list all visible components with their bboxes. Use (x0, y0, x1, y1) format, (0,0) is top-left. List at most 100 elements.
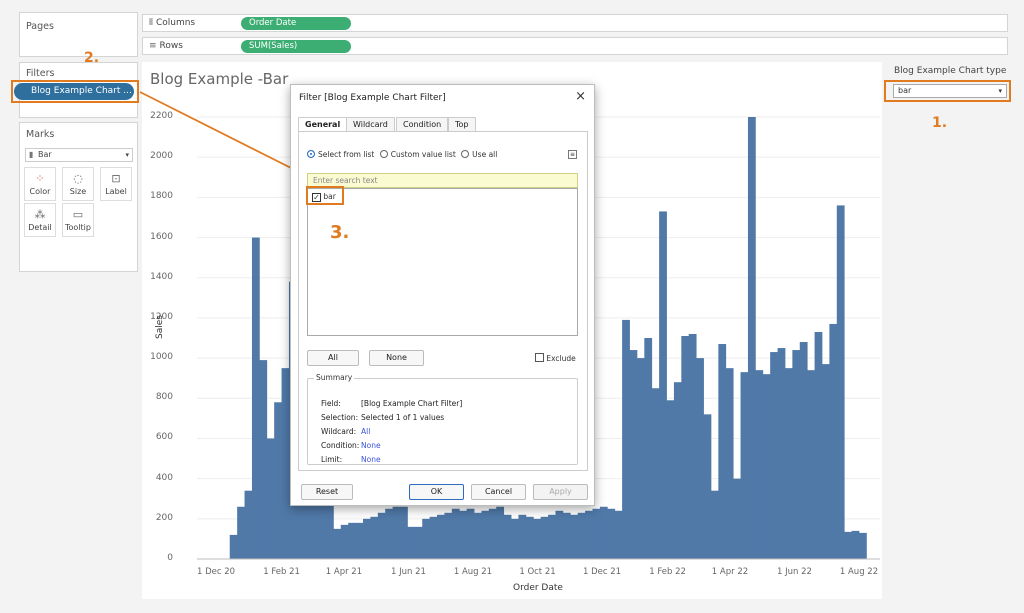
columns-icon: ⦀ (149, 18, 153, 28)
x-tick-label: 1 Oct 21 (519, 567, 556, 577)
size-icon: ◌ (73, 172, 83, 185)
y-tick-label: 1000 (150, 352, 173, 363)
size-label: Size (69, 187, 87, 196)
parameter-title: Blog Example Chart type (894, 66, 1007, 76)
list-menu-icon[interactable]: ≡ (568, 150, 577, 159)
cancel-button[interactable]: Cancel (471, 484, 526, 500)
summary-limit: Limit: None (321, 455, 381, 464)
tab-wildcard[interactable]: Wildcard (346, 117, 395, 131)
radio-select-from-list[interactable] (307, 150, 315, 158)
exclude-toggle[interactable]: Exclude (535, 353, 576, 363)
label-button[interactable]: ⊡ Label (100, 167, 132, 201)
annotation-number-1: 1. (932, 115, 948, 131)
filters-label: Filters (26, 68, 55, 79)
color-button[interactable]: ⁘ Color (24, 167, 56, 201)
selection-mode: Select from list Custom value list Use a… (307, 150, 497, 159)
y-tick-label: 200 (155, 512, 173, 523)
y-tick-label: 2000 (150, 151, 173, 162)
y-axis-title: Sales (154, 315, 165, 339)
color-label: Color (29, 187, 51, 196)
rows-shelf[interactable]: ≡ Rows SUM(Sales) (142, 37, 1008, 55)
mark-type-dropdown[interactable]: ▮ Bar ▾ (25, 148, 133, 162)
size-button[interactable]: ◌ Size (62, 167, 94, 201)
dialog-body: Select from list Custom value list Use a… (298, 131, 588, 471)
annotation-box-filter-pill (11, 80, 139, 103)
summary-condition-value[interactable]: None (361, 441, 381, 450)
none-button[interactable]: None (369, 350, 424, 366)
columns-pill-order-date[interactable]: Order Date (241, 17, 351, 30)
summary-wildcard-key: Wildcard: (321, 427, 357, 436)
rows-label-text: Rows (159, 41, 183, 51)
bar-chart-icon: ▮ (29, 150, 34, 159)
reset-button[interactable]: Reset (301, 484, 353, 500)
y-tick-label: 600 (155, 432, 173, 443)
annotation-number-3: 3. (330, 222, 350, 243)
pages-card: Pages (19, 12, 138, 57)
tab-general[interactable]: General (298, 117, 348, 131)
tooltip-button[interactable]: ▭ Tooltip (62, 203, 94, 237)
y-tick-label: 0 (167, 553, 173, 563)
detail-button[interactable]: ⁂ Detail (24, 203, 56, 237)
columns-shelf[interactable]: ⦀ Columns Order Date (142, 14, 1008, 32)
annotation-box-parameter (884, 80, 1011, 102)
x-tick-label: 1 Feb 21 (263, 567, 300, 577)
tooltip-icon: ▭ (72, 208, 84, 221)
detail-icon: ⁂ (34, 208, 46, 221)
summary-condition-key: Condition: (321, 441, 360, 450)
summary-field-value: [Blog Example Chart Filter] (361, 399, 463, 408)
x-tick-label: 1 Aug 22 (839, 567, 879, 577)
summary-condition: Condition: None (321, 441, 381, 450)
annotation-number-2: 2. (84, 50, 100, 66)
mark-type-value: Bar (38, 150, 52, 159)
y-tick-label: 1600 (150, 231, 173, 242)
ok-button[interactable]: OK (409, 484, 464, 500)
summary-label: Summary (314, 373, 355, 382)
summary-limit-value[interactable]: None (361, 455, 381, 464)
summary-selection-value: Selected 1 of 1 values (361, 413, 445, 422)
summary-limit-key: Limit: (321, 455, 343, 464)
y-tick-label: 400 (155, 472, 173, 483)
radio-select-label: Select from list (318, 150, 375, 159)
x-tick-label: 1 Dec 20 (196, 567, 236, 577)
parameter-panel: Blog Example Chart type bar ▾ (888, 62, 1010, 599)
columns-label-text: Columns (155, 18, 196, 28)
tab-top[interactable]: Top (448, 117, 476, 131)
label-label: Label (105, 187, 127, 196)
summary-selection-key: Selection: (321, 413, 359, 422)
y-tick-label: 1400 (150, 271, 173, 282)
y-tick-label: 2200 (150, 111, 173, 121)
filter-dialog[interactable]: Filter [Blog Example Chart Filter] × Gen… (290, 84, 595, 506)
summary-wildcard: Wildcard: All (321, 427, 370, 436)
rows-icon: ≡ (149, 41, 157, 51)
summary-wildcard-value[interactable]: All (361, 427, 370, 436)
apply-button[interactable]: Apply (533, 484, 588, 500)
x-tick-label: 1 Jun 22 (777, 567, 812, 577)
rows-pill-sum-sales[interactable]: SUM(Sales) (241, 40, 351, 53)
radio-custom-value-list[interactable] (379, 150, 388, 158)
tooltip-label: Tooltip (65, 223, 91, 232)
summary-field: Field: [Blog Example Chart Filter] (321, 399, 462, 408)
color-icon: ⁘ (35, 172, 45, 185)
dialog-title: Filter [Blog Example Chart Filter] (299, 93, 446, 103)
summary-field-key: Field: (321, 399, 341, 408)
radio-custom-label: Custom value list (390, 150, 456, 159)
search-input[interactable]: Enter search text (307, 173, 578, 188)
x-axis-title: Order Date (513, 583, 563, 593)
chevron-down-icon: ▾ (125, 151, 129, 159)
tab-condition[interactable]: Condition (396, 117, 449, 131)
y-tick-label: 800 (155, 392, 173, 403)
all-button[interactable]: All (307, 350, 359, 366)
marks-label: Marks (26, 129, 55, 140)
exclude-label: Exclude (546, 354, 576, 363)
x-tick-label: 1 Apr 21 (325, 567, 363, 577)
pages-label: Pages (26, 21, 54, 32)
x-tick-label: 1 Aug 21 (453, 567, 493, 577)
close-icon[interactable]: × (575, 89, 586, 104)
radio-use-all[interactable] (461, 150, 470, 158)
columns-shelf-label: ⦀ Columns (149, 18, 195, 28)
y-tick-label: 1800 (150, 191, 173, 202)
x-tick-label: 1 Feb 22 (649, 567, 686, 577)
summary-selection: Selection: Selected 1 of 1 values (321, 413, 444, 422)
checkbox-unchecked-icon[interactable] (535, 353, 544, 362)
chart-title: Blog Example -Bar (150, 70, 289, 88)
